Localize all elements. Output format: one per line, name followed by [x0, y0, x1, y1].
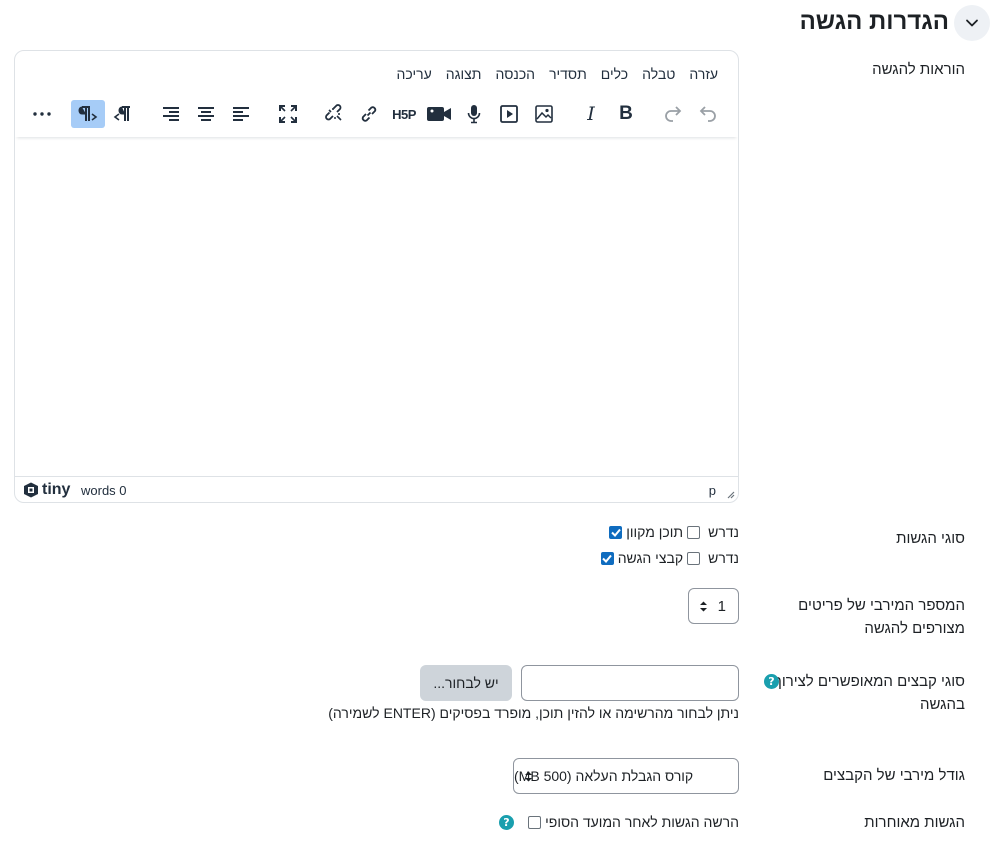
bold-icon: B	[619, 103, 633, 124]
file-submission-required-label: נדרש	[708, 550, 739, 566]
align-left-button[interactable]	[224, 100, 258, 128]
align-right-button[interactable]	[154, 100, 188, 128]
align-center-button[interactable]	[189, 100, 223, 128]
editor-statusbar: tiny words 0 p	[15, 476, 738, 502]
link-icon	[361, 106, 377, 122]
audio-button[interactable]	[457, 100, 491, 128]
tiny-logo[interactable]: tiny	[23, 481, 70, 499]
microphone-icon	[467, 105, 481, 124]
online-text-label: תוכן מקוון	[626, 524, 684, 540]
online-text-required-label: נדרש	[708, 524, 739, 540]
checkmark-icon	[602, 554, 612, 563]
file-submission-row: קבצי הגשה נדרש	[600, 550, 739, 566]
max-size-select[interactable]: קורס הגבלת העלאה (500 MB)	[513, 758, 739, 794]
redo-icon	[665, 106, 682, 122]
align-center-icon	[198, 107, 214, 121]
max-files-select[interactable]: 1	[688, 588, 739, 624]
tiny-logo-icon	[24, 482, 38, 498]
media-icon	[500, 105, 518, 123]
align-right-icon	[163, 107, 179, 121]
video-button[interactable]	[422, 100, 456, 128]
rich-text-editor: עריכה תצוגה הכנסה תסדיר כלים טבלה עזרה H…	[14, 50, 739, 503]
menu-table[interactable]: טבלה	[642, 66, 675, 86]
ltr-icon	[78, 106, 98, 121]
italic-icon: I	[587, 103, 595, 125]
h5p-button[interactable]: H5P	[387, 100, 421, 128]
menu-tools[interactable]: כלים	[601, 66, 628, 86]
menu-view[interactable]: תצוגה	[446, 66, 482, 86]
rtl-button[interactable]	[106, 100, 140, 128]
more-button[interactable]	[25, 100, 59, 128]
editor-content-area[interactable]	[15, 139, 738, 477]
online-text-row: תוכן מקוון נדרש	[609, 524, 739, 540]
late-submissions-checkbox[interactable]	[528, 815, 542, 829]
unlink-icon	[325, 104, 342, 121]
word-count[interactable]: words 0	[81, 483, 127, 498]
checkmark-icon	[611, 528, 621, 537]
media-button[interactable]	[492, 100, 526, 128]
select-arrows-icon	[700, 601, 707, 612]
element-path[interactable]: p	[709, 483, 716, 498]
ltr-button[interactable]	[71, 100, 105, 128]
file-types-label: סוגי קבצים המאופשרים לצירוף בהגשה	[772, 673, 965, 713]
more-icon	[33, 112, 51, 116]
redo-button[interactable]	[656, 100, 690, 128]
chevron-down-icon	[966, 19, 978, 27]
image-icon	[535, 105, 553, 123]
file-types-help-icon[interactable]: ?	[764, 674, 779, 689]
rtl-icon	[113, 106, 130, 121]
unlink-button[interactable]	[318, 100, 352, 128]
file-types-help-text: ניתן לבחור מהרשימה או להזין תוכן, מופרד …	[328, 705, 739, 721]
choose-file-types-button[interactable]: יש לבחור...	[420, 665, 512, 701]
submission-types-label: סוגי הגשות	[896, 530, 965, 547]
link-button[interactable]	[352, 100, 386, 128]
video-camera-icon	[427, 107, 451, 121]
late-submissions-row: הרשה הגשות לאחר המועד הסופי	[528, 814, 739, 830]
tiny-logo-text: tiny	[42, 481, 71, 498]
online-text-checkbox[interactable]	[609, 525, 623, 539]
collapse-section-button[interactable]	[954, 5, 990, 41]
max-files-value: 1	[717, 597, 726, 615]
late-submissions-label: הגשות מאוחרות	[864, 814, 965, 831]
align-left-icon	[233, 107, 249, 121]
section-title: הגדרות הגשה	[799, 8, 949, 35]
editor-toolbar: H5P I B	[15, 99, 738, 137]
undo-icon	[699, 106, 716, 122]
max-files-label: המספר המירבי של פריטים מצורפים להגשה	[798, 597, 965, 637]
online-text-required-checkbox[interactable]	[687, 525, 701, 539]
file-submission-label: קבצי הגשה	[617, 550, 684, 566]
menu-format[interactable]: תסדיר	[549, 66, 587, 86]
image-button[interactable]	[527, 100, 561, 128]
italic-button[interactable]: I	[574, 100, 608, 128]
menu-edit[interactable]: עריכה	[397, 66, 432, 86]
resize-handle-icon[interactable]	[725, 489, 735, 499]
fullscreen-icon	[279, 105, 297, 123]
undo-button[interactable]	[691, 100, 725, 128]
menu-help[interactable]: עזרה	[689, 66, 718, 86]
menu-insert[interactable]: הכנסה	[495, 66, 535, 86]
max-size-value: קורס הגבלת העלאה (500 MB)	[514, 768, 694, 784]
fullscreen-button[interactable]	[271, 100, 305, 128]
instructions-label: הוראות להגשה	[872, 61, 965, 78]
file-submission-checkbox[interactable]	[600, 551, 614, 565]
late-submissions-help-icon[interactable]: ?	[499, 815, 514, 830]
h5p-icon: H5P	[392, 106, 416, 122]
editor-menubar: עריכה תצוגה הכנסה תסדיר כלים טבלה עזרה	[397, 66, 718, 86]
max-size-label: גודל מירבי של הקבצים	[823, 767, 965, 784]
select-arrows-icon	[525, 771, 532, 782]
file-types-input[interactable]	[521, 665, 739, 701]
late-submissions-checkbox-label: הרשה הגשות לאחר המועד הסופי	[545, 814, 739, 830]
bold-button[interactable]: B	[609, 100, 643, 128]
file-submission-required-checkbox[interactable]	[687, 551, 701, 565]
